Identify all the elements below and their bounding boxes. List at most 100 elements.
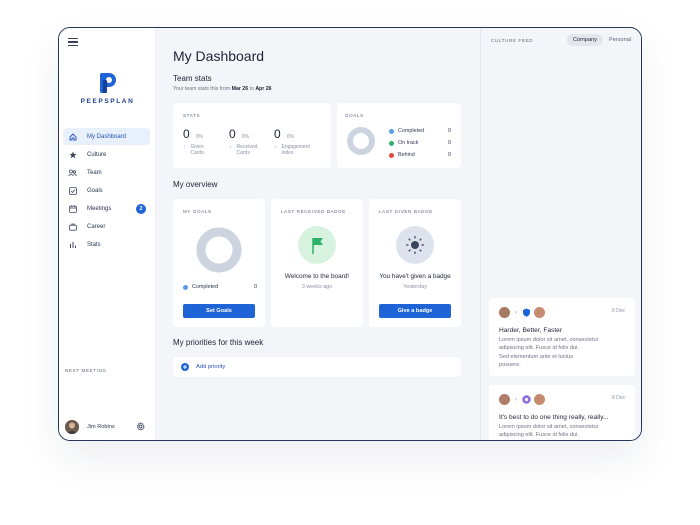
arrow-up-icon: ↑ <box>183 144 186 150</box>
legend-value: 0 <box>448 140 451 146</box>
legend-value: 0 <box>448 128 451 134</box>
goals-legend: Completed 0 On track 0 Behind 0 <box>389 125 451 161</box>
goals-card: GOALS Completed 0 On track 0 Behind 0 <box>337 103 461 168</box>
gear-icon[interactable] <box>136 422 145 433</box>
team-stats-subtitle: Your team stats this from Mar 26 to Apr … <box>173 86 271 92</box>
app-window: PEEPSPLAN My Dashboard Culture Team Goal… <box>58 27 642 441</box>
sidebar-item-career[interactable]: Career <box>63 218 150 235</box>
priorities-heading: My priorities for this week <box>173 338 264 347</box>
stats-card: STATS 0 0% ↑ Given Cards 0 0% ↓ Received Cards… <box>173 103 331 168</box>
post-body: Lorem ipsum dolor sit amet, consectetur … <box>499 423 627 440</box>
post-participants: › <box>499 307 545 318</box>
brand-name: PEEPSPLAN <box>80 98 135 105</box>
stats-icon <box>68 240 77 249</box>
post-body-line: Lorem ipsum dolor sit amet, consectetur <box>499 337 599 343</box>
sidebar-item-team[interactable]: Team <box>63 164 150 181</box>
my-goals-donut-chart <box>196 227 242 273</box>
sidebar-item-meetings[interactable]: Meetings 2 <box>63 200 150 217</box>
legend-item-behind: Behind 0 <box>389 149 451 161</box>
hamburger-menu-icon[interactable] <box>68 38 78 46</box>
green-flag-badge-icon <box>298 226 336 264</box>
my-goals-label: MY GOALS <box>183 209 212 214</box>
given-badge-label: LAST GIVEN BADGE <box>379 209 433 214</box>
calendar-icon <box>68 204 77 213</box>
give-a-badge-button[interactable]: Give a badge <box>379 304 451 318</box>
post-body-line: Sed elementum ante et luctus <box>499 353 574 360</box>
legend-label: Behind <box>398 152 415 158</box>
my-goals-legend-item: Completed 0 <box>183 281 257 293</box>
post-body: Lorem ipsum dolor sit amet, consectetur … <box>499 336 627 370</box>
user-profile[interactable]: Jim Robins <box>65 420 149 434</box>
overview-heading: My overview <box>173 180 218 189</box>
post-date: 8 Dec <box>611 395 625 401</box>
sidebar-item-label: Career <box>87 223 106 230</box>
arrow-down-icon: ↓ <box>274 144 277 150</box>
goals-card-label: GOALS <box>345 113 364 118</box>
sidebar-item-label: Stats <box>87 241 101 248</box>
stat-engagement-index: 0 0% ↓ Engagement index <box>274 125 310 156</box>
sidebar-item-label: My Dashboard <box>87 133 127 140</box>
set-goals-button[interactable]: Set Goals <box>183 304 255 318</box>
legend-dot <box>389 140 394 146</box>
team-stats-heading: Team stats <box>173 74 212 83</box>
star-icon <box>68 150 77 159</box>
stat-given-cards: 0 0% ↑ Given Cards <box>183 125 204 156</box>
legend-value: 0 <box>254 284 257 290</box>
post-title: It's best to do one thing really, really… <box>499 414 609 421</box>
post-body-line: adipiscing elit. Fusce id felis dui. <box>499 345 579 352</box>
sidebar-item-my-dashboard[interactable]: My Dashboard <box>63 128 150 145</box>
meetings-count-badge: 2 <box>136 204 146 214</box>
legend-item-completed: Completed 0 <box>389 125 451 137</box>
culture-feed-title: CULTURE FEED <box>491 38 534 43</box>
arrow-right-icon: › <box>515 309 517 316</box>
legend-label: Completed <box>192 284 219 290</box>
add-priority-row[interactable]: Add priority <box>173 357 461 377</box>
tab-company[interactable]: Company <box>567 34 603 46</box>
feed-post[interactable]: › 8 Dec It's best to do one thing really… <box>489 385 635 440</box>
legend-label: Completed <box>398 128 425 134</box>
stat-label: Cards <box>190 150 204 156</box>
legend-dot <box>183 284 188 290</box>
main-content: My Dashboard Team stats Your team stats … <box>156 28 480 440</box>
stat-value: 0 <box>229 127 236 141</box>
stat-value: 0 <box>183 127 190 141</box>
star-badge-icon <box>522 395 531 404</box>
last-received-badge-card: LAST RECEIVED BADGE Welcome to the board… <box>271 199 363 327</box>
sidebar-item-goals[interactable]: Goals <box>63 182 150 199</box>
sidebar-item-culture[interactable]: Culture <box>63 146 150 163</box>
legend-dot <box>389 128 394 134</box>
team-icon <box>68 168 77 177</box>
date-joiner: to <box>249 86 254 92</box>
my-goals-card: MY GOALS Completed 0 Set Goals <box>173 199 265 327</box>
add-priority-label: Add priority <box>196 364 226 370</box>
avatar <box>534 394 545 405</box>
post-body-line: posuere. <box>499 362 521 369</box>
post-body-line: Lorem ipsum dolor sit amet, consectetur <box>499 424 599 430</box>
date-to[interactable]: Apr 26 <box>255 86 271 92</box>
post-date: 8 Dec <box>611 308 625 314</box>
date-from[interactable]: Mar 26 <box>232 86 248 92</box>
legend-dot <box>389 152 394 158</box>
post-title: Harder, Better, Faster <box>499 327 563 334</box>
tab-personal[interactable]: Personal <box>603 34 637 46</box>
next-meeting-label: NEXT MEETING <box>65 368 107 373</box>
stat-received-cards: 0 0% ↓ Received Cards <box>229 125 257 156</box>
briefcase-icon <box>68 222 77 231</box>
sidebar-item-label: Goals <box>87 187 103 194</box>
stat-percent: 0% <box>241 134 249 140</box>
sidebar-item-stats[interactable]: Stats <box>63 236 150 253</box>
sidebar-item-label: Culture <box>87 151 107 158</box>
add-circle-icon <box>181 363 189 371</box>
avatar <box>534 307 545 318</box>
goals-donut-chart <box>347 127 375 155</box>
stat-percent: 0% <box>286 134 294 140</box>
culture-feed-panel: CULTURE FEED Company Personal › 8 Dec Ha… <box>480 28 641 440</box>
post-body-line: adipiscing elit. Fusce id felis dui. <box>499 432 579 439</box>
feed-post[interactable]: › 8 Dec Harder, Better, Faster Lorem ips… <box>489 298 635 376</box>
user-name: Jim Robins <box>87 424 115 430</box>
post-participants: › <box>499 394 545 405</box>
given-badge-time: Yesterday <box>403 284 427 290</box>
received-badge-title: Welcome to the board! <box>284 273 350 280</box>
given-badge-title: You have't given a badge <box>379 273 451 280</box>
stat-value: 0 <box>274 127 281 141</box>
